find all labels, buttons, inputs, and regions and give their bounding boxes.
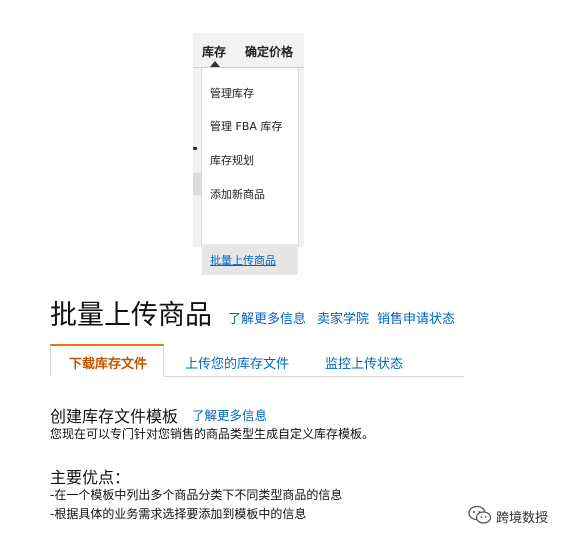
menu-item-manage-inventory[interactable]: 管理库存 (210, 85, 254, 101)
section-description: 您现在可以专门针对您销售的商品类型生成自定义库存模板。 (50, 427, 375, 441)
side-mark (193, 147, 197, 150)
tab-upload-inventory-file[interactable]: 上传您的库存文件 (185, 353, 289, 372)
menu-item-inventory-planning[interactable]: 库存规划 (210, 152, 254, 168)
advantages-title: 主要优点： (50, 468, 131, 487)
watermark-text: 跨境数授 (496, 511, 549, 526)
side-block (193, 173, 201, 195)
page-title: 批量上传商品 (50, 300, 212, 331)
nav-pricing[interactable]: 确定价格 (245, 43, 293, 60)
menu-item-bulk-upload[interactable]: 批量上传商品 (210, 252, 276, 268)
wechat-icon (468, 505, 492, 524)
advantage-item: -在一个模板中列出多个商品分类下不同类型商品的信息 (50, 488, 343, 502)
menu-item-manage-fba-inventory[interactable]: 管理 FBA 库存 (210, 118, 282, 134)
inventory-menu: 管理库存 管理 FBA 库存 库存规划 添加新商品 批量上传商品 (201, 68, 299, 275)
top-nav: 库存 确定价格 (193, 33, 304, 67)
seller-university-link[interactable]: 卖家学院 (317, 308, 369, 327)
inventory-dropdown-screenshot: 库存 确定价格 管理库存 管理 FBA 库存 库存规划 添加新商品 批量上传商品 (193, 33, 304, 275)
advantage-item: -根据具体的业务需求选择要添加到模板中的信息 (50, 507, 307, 521)
learn-more-link[interactable]: 了解更多信息 (228, 308, 306, 327)
selling-application-status-link[interactable]: 销售申请状态 (377, 308, 455, 327)
menu-item-add-product[interactable]: 添加新商品 (210, 186, 265, 202)
nav-inventory[interactable]: 库存 (202, 43, 226, 60)
tab-label-download[interactable]: 下载库存文件 (69, 353, 147, 372)
tab-monitor-upload-status[interactable]: 监控上传状态 (325, 353, 403, 372)
section-learn-more-link[interactable]: 了解更多信息 (192, 405, 267, 424)
section-title: 创建库存文件模板 (50, 407, 179, 426)
